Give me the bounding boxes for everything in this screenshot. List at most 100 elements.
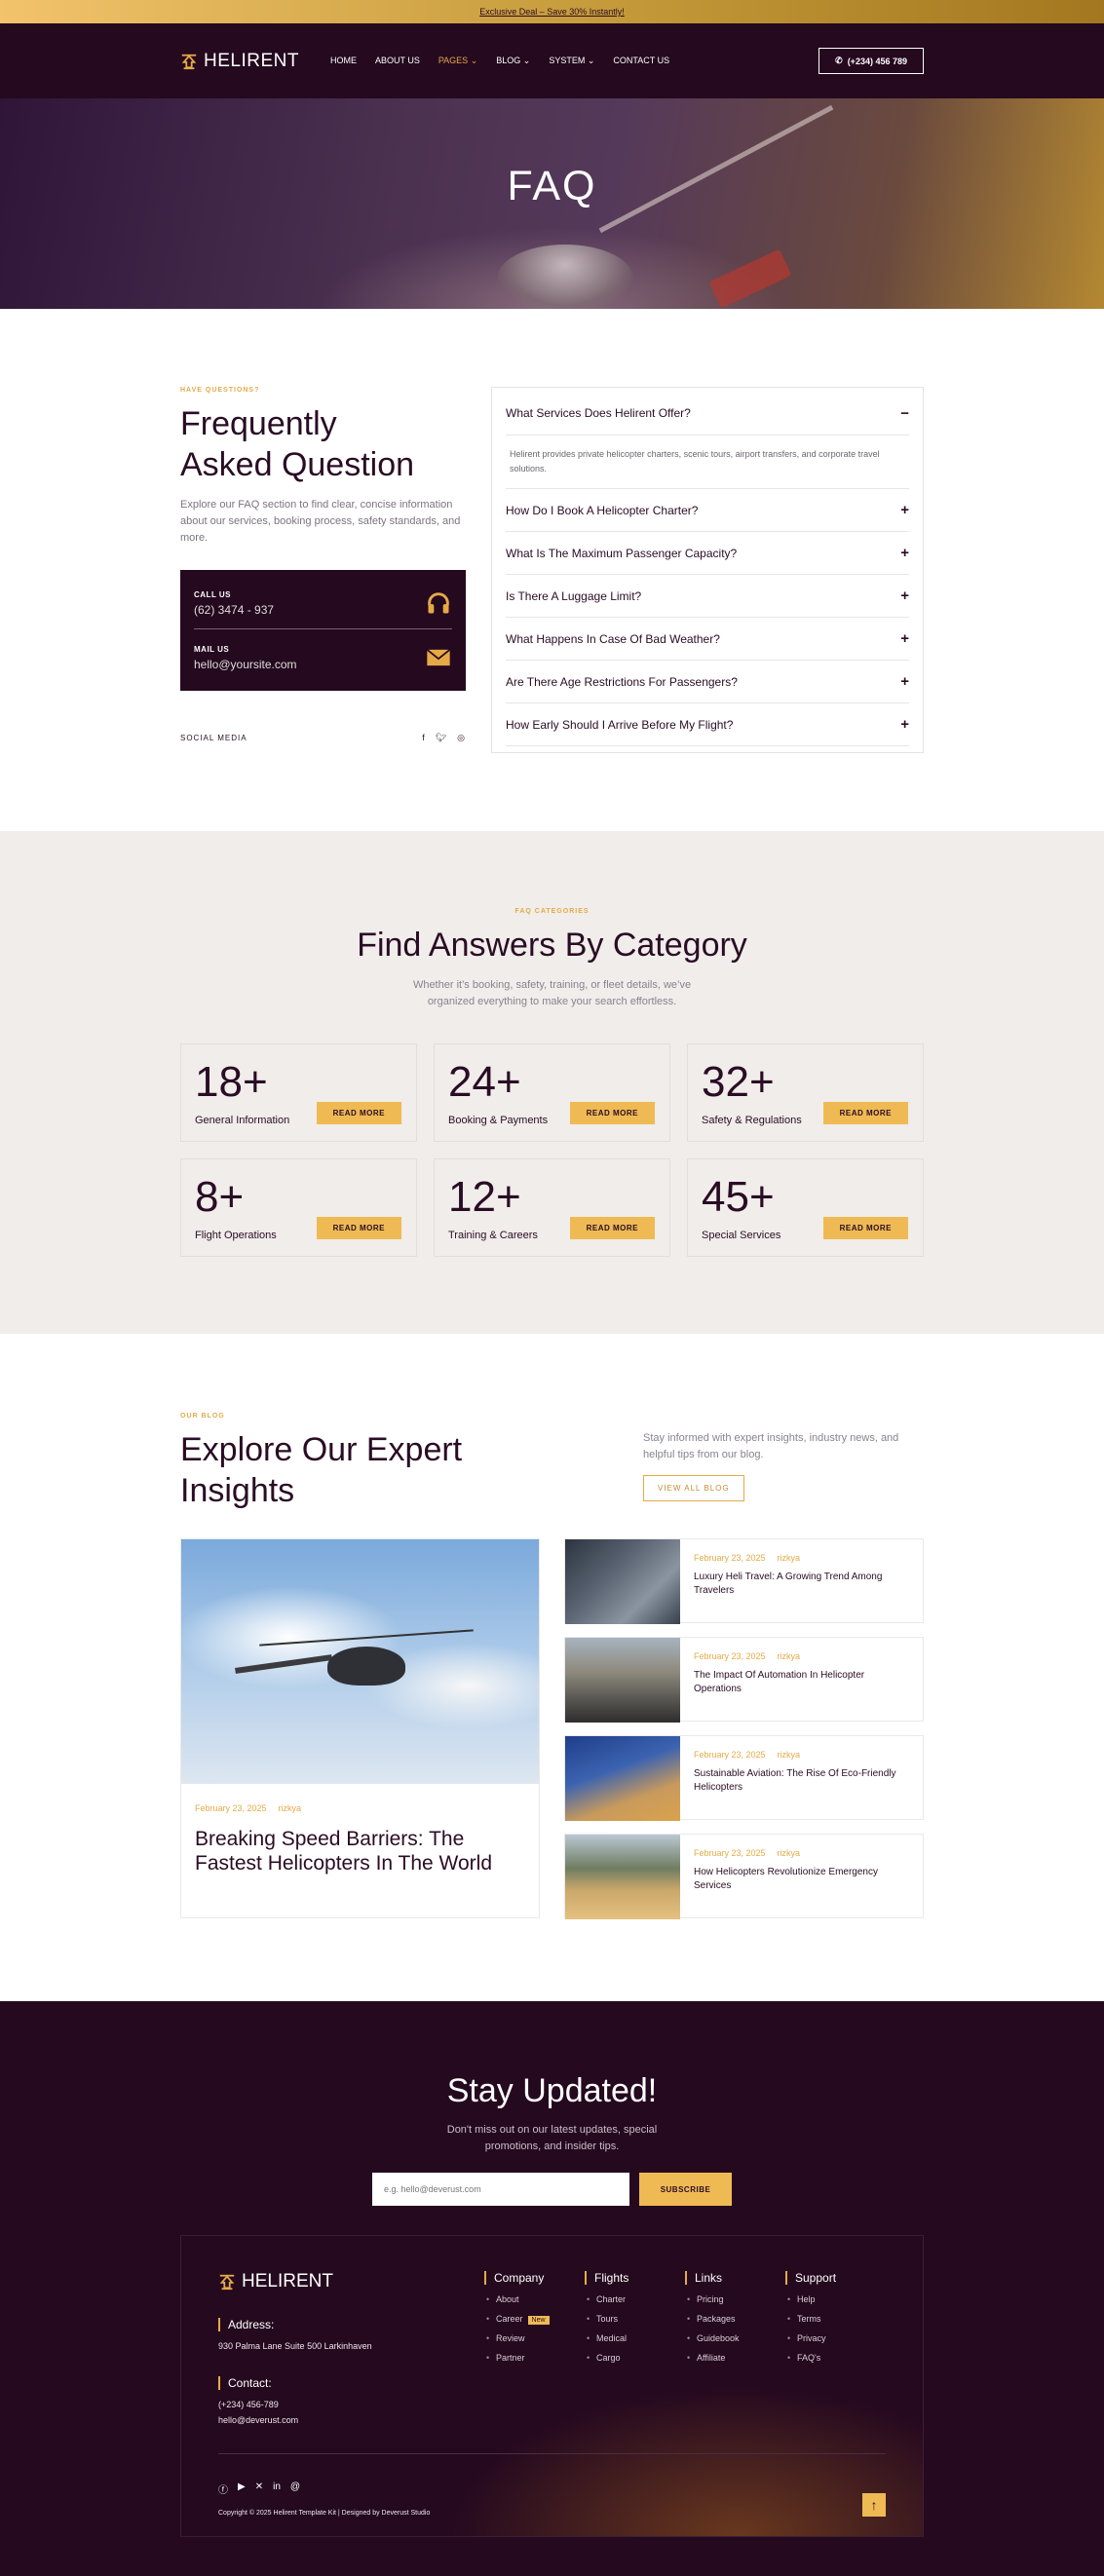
read-more-button[interactable]: READ MORE xyxy=(316,1102,401,1124)
faq-question-6[interactable]: How Early Should I Arrive Before My Flig… xyxy=(506,703,909,746)
new-badge: New xyxy=(527,2316,550,2325)
mail-value[interactable]: hello@yoursite.com xyxy=(194,658,297,671)
read-more-button[interactable]: READ MORE xyxy=(822,1217,908,1239)
nav-home[interactable]: HOME xyxy=(330,56,357,66)
footer-link[interactable]: Affiliate xyxy=(685,2353,785,2363)
featured-post-image xyxy=(181,1539,539,1784)
newsletter-email-input[interactable] xyxy=(372,2173,629,2206)
nav-system[interactable]: SYSTEM ⌄ xyxy=(549,56,594,66)
blog-kicker: OUR BLOG xyxy=(180,1413,225,1420)
navbar: HELIRENT HOME ABOUT US PAGES ⌄ BLOG ⌄ SY… xyxy=(0,23,1104,98)
nav-about[interactable]: ABOUT US xyxy=(375,56,420,66)
newsletter-subtitle: Don't miss out on our latest updates, sp… xyxy=(446,2124,658,2152)
footer-link[interactable]: Terms xyxy=(785,2314,886,2324)
nav-pages[interactable]: PAGES ⌄ xyxy=(438,56,477,66)
footer-link[interactable]: Help xyxy=(785,2294,886,2304)
footer-logo[interactable]: HELIRENT xyxy=(218,2271,484,2292)
facebook-icon[interactable]: f xyxy=(422,733,426,743)
post-title[interactable]: Sustainable Aviation: The Rise Of Eco-Fr… xyxy=(694,1767,909,1795)
chevron-down-icon: ⌄ xyxy=(522,56,531,65)
main-menu: HOME ABOUT US PAGES ⌄ BLOG ⌄ SYSTEM ⌄ CO… xyxy=(330,56,818,66)
footer-col-title: Links xyxy=(685,2271,785,2285)
subscribe-button[interactable]: SUBSCRIBE xyxy=(639,2173,732,2206)
post-meta: February 23, 2025 rizkya xyxy=(694,1553,909,1563)
footer-link[interactable]: Partner xyxy=(484,2353,585,2363)
post-title[interactable]: Luxury Heli Travel: A Growing Trend Amon… xyxy=(694,1571,909,1598)
post-card[interactable]: February 23, 2025 rizkya How Helicopters … xyxy=(564,1834,924,1919)
arrow-up-icon: ↑ xyxy=(870,2497,878,2513)
post-title[interactable]: The Impact Of Automation In Helicopter O… xyxy=(694,1669,909,1696)
post-author[interactable]: rizkya xyxy=(279,1803,302,1813)
category-count: 12+ xyxy=(448,1173,521,1221)
faq-question-4[interactable]: What Happens In Case Of Bad Weather? + xyxy=(506,618,909,661)
faq-question-text: How Early Should I Arrive Before My Flig… xyxy=(506,717,734,732)
chevron-down-icon: ⌄ xyxy=(470,56,478,65)
post-author[interactable]: rizkya xyxy=(778,1848,801,1858)
post-image xyxy=(565,1835,680,1919)
post-card[interactable]: February 23, 2025 rizkya Luxury Heli Trav… xyxy=(564,1538,924,1624)
phone-button[interactable]: ✆ (+234) 456 789 xyxy=(818,48,924,74)
plus-icon: + xyxy=(900,587,909,604)
footer-link[interactable]: Review xyxy=(484,2333,585,2343)
read-more-button[interactable]: READ MORE xyxy=(822,1102,908,1124)
footer-link[interactable]: Tours xyxy=(585,2314,685,2324)
instagram-icon[interactable]: ◎ xyxy=(457,733,466,743)
faq-section: HAVE QUESTIONS? Frequently Asked Questio… xyxy=(0,309,1104,831)
post-author[interactable]: rizkya xyxy=(778,1750,801,1760)
footer-link-career[interactable]: Career New xyxy=(484,2314,585,2325)
category-card: 8+ Flight Operations READ MORE xyxy=(180,1158,417,1257)
footer-link[interactable]: Guidebook xyxy=(685,2333,785,2343)
faq-question-2[interactable]: What Is The Maximum Passenger Capacity? + xyxy=(506,532,909,575)
footer-phone[interactable]: (+234) 456-789 xyxy=(218,2400,484,2409)
minus-icon: − xyxy=(900,404,909,422)
featured-post-title[interactable]: Breaking Speed Barriers: The Fastest Hel… xyxy=(195,1827,525,1875)
blog-header: OUR BLOG Explore Our Expert Insights Sta… xyxy=(180,1413,924,1511)
footer-link[interactable]: Pricing xyxy=(685,2294,785,2304)
post-author[interactable]: rizkya xyxy=(778,1651,801,1661)
view-all-blog-button[interactable]: VIEW ALL BLOG xyxy=(643,1475,744,1501)
footer-info: HELIRENT Address: 930 Palma Lane Suite 5… xyxy=(218,2271,484,2425)
read-more-button[interactable]: READ MORE xyxy=(316,1217,401,1239)
category-count: 8+ xyxy=(195,1173,245,1221)
call-row: CALL US (62) 3474 - 937 xyxy=(194,589,452,617)
category-card: 18+ General Information READ MORE xyxy=(180,1043,417,1142)
footer-link[interactable]: Charter xyxy=(585,2294,685,2304)
faq-question-text: How Do I Book A Helicopter Charter? xyxy=(506,503,699,517)
promo-link[interactable]: Exclusive Deal – Save 30% Instantly! xyxy=(479,7,625,17)
read-more-button[interactable]: READ MORE xyxy=(569,1217,655,1239)
footer-link[interactable]: Cargo xyxy=(585,2353,685,2363)
featured-post-card[interactable]: February 23, 2025 rizkya Breaking Speed … xyxy=(180,1538,540,1918)
contact-heading: Contact: xyxy=(218,2376,484,2390)
faq-question-3[interactable]: Is There A Luggage Limit? + xyxy=(506,575,909,618)
social-row: SOCIAL MEDIA f 🐦︎ ◎ xyxy=(180,733,466,743)
nav-contact[interactable]: CONTACT US xyxy=(613,56,669,66)
call-value[interactable]: (62) 3474 - 937 xyxy=(194,603,274,617)
post-meta: February 23, 2025 rizkya xyxy=(694,1750,909,1760)
footer-link[interactable]: Privacy xyxy=(785,2333,886,2343)
post-author[interactable]: rizkya xyxy=(778,1553,801,1563)
post-date: February 23, 2025 xyxy=(694,1651,766,1661)
logo[interactable]: HELIRENT xyxy=(180,51,330,72)
footer-columns: Company About Career New Review Partner F… xyxy=(484,2271,886,2425)
footer-link[interactable]: Packages xyxy=(685,2314,785,2324)
faq-question-1[interactable]: How Do I Book A Helicopter Charter? + xyxy=(506,489,909,532)
footer-link[interactable]: FAQ's xyxy=(785,2353,886,2363)
faq-question-0[interactable]: What Services Does Helirent Offer? − xyxy=(506,392,909,435)
back-to-top-button[interactable]: ↑ xyxy=(862,2493,886,2517)
post-card[interactable]: February 23, 2025 rizkya Sustainable Avia… xyxy=(564,1735,924,1821)
nav-blog-label: BLOG xyxy=(496,56,521,65)
nav-blog[interactable]: BLOG ⌄ xyxy=(496,56,530,66)
hero-helicopter-detail xyxy=(708,248,792,309)
faq-question-5[interactable]: Are There Age Restrictions For Passenger… xyxy=(506,661,909,703)
footer-email[interactable]: hello@deverust.com xyxy=(218,2415,484,2425)
twitter-icon[interactable]: 🐦︎ xyxy=(436,733,447,743)
envelope-icon xyxy=(426,649,451,666)
footer-link[interactable]: Medical xyxy=(585,2333,685,2343)
call-label: CALL US xyxy=(194,589,232,599)
post-card[interactable]: February 23, 2025 rizkya The Impact Of Au… xyxy=(564,1637,924,1723)
footer-col-support: Support Help Terms Privacy FAQ's xyxy=(785,2271,886,2425)
phone-button-label: (+234) 456 789 xyxy=(847,56,907,66)
footer-link[interactable]: About xyxy=(484,2294,585,2304)
read-more-button[interactable]: READ MORE xyxy=(569,1102,655,1124)
post-title[interactable]: How Helicopters Revolutionize Emergency … xyxy=(694,1866,909,1893)
